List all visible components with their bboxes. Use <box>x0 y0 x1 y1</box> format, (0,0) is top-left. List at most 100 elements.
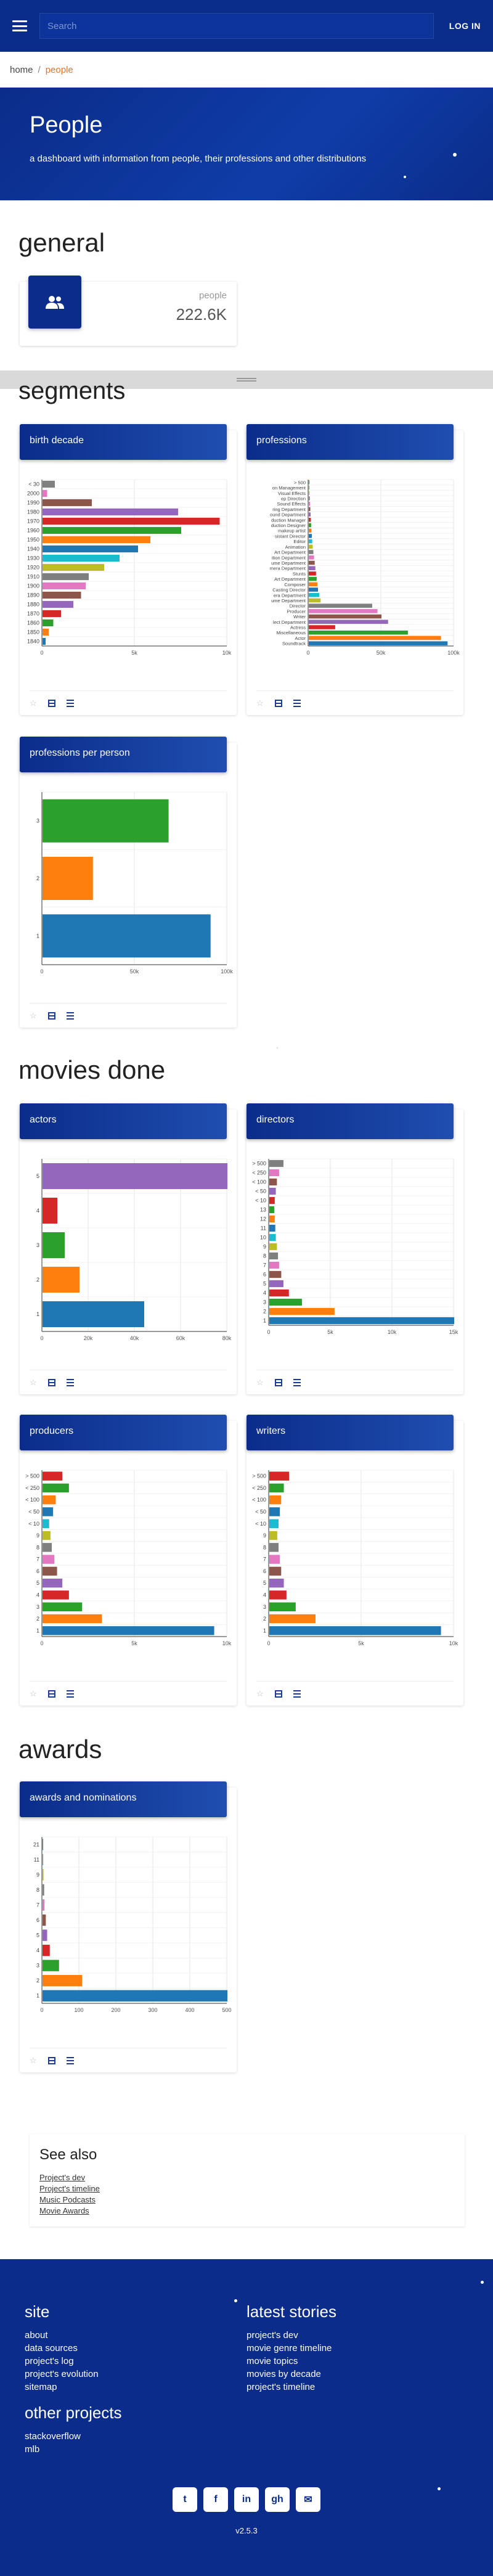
hamburger-menu-icon[interactable] <box>12 20 27 31</box>
bar <box>269 1233 276 1241</box>
y-tick-label: 6 <box>263 1568 266 1574</box>
see-also-link[interactable]: Music Podcasts <box>39 2194 455 2206</box>
list-icon[interactable] <box>67 699 74 707</box>
decorative-star <box>234 2299 237 2302</box>
list-icon[interactable] <box>67 1378 74 1386</box>
y-tick-label: 9 <box>263 1244 266 1250</box>
table-icon[interactable] <box>275 1690 282 1698</box>
github-icon[interactable]: gh <box>265 2487 290 2512</box>
see-also-link[interactable]: Movie Awards <box>39 2206 455 2217</box>
chart-card-actors: actors 0 20k 40k 60k 80k 5 4 3 2 1 ☆ <box>20 1103 237 1394</box>
table-icon[interactable] <box>48 1690 55 1698</box>
y-tick-label: 1 <box>263 1627 266 1634</box>
table-icon[interactable] <box>48 699 55 707</box>
y-tick-label: Art Department <box>274 550 306 555</box>
login-button[interactable]: LOG IN <box>449 21 481 31</box>
chart-card-producers: producers 0 5k 10k > 500 < 250 < 100 < 50 < 10 9… <box>20 1415 237 1706</box>
bar <box>43 1578 63 1588</box>
star-icon[interactable]: ☆ <box>256 1690 264 1698</box>
footer-link[interactable]: data sources <box>25 2342 122 2355</box>
y-tick-label: 4 <box>263 1290 266 1296</box>
x-tick-label: 0 <box>40 1640 43 1646</box>
awards-chart: 0 100 200 300 400 5002111987654321 <box>33 1836 232 2013</box>
footer-stories-column: latest stories project's dev movie genre… <box>246 2302 336 2394</box>
star-icon[interactable]: ☆ <box>30 1012 37 1020</box>
bar <box>43 489 47 497</box>
footer-link[interactable]: project's timeline <box>246 2381 336 2394</box>
y-tick-label: Art Department <box>274 576 306 582</box>
y-tick-label: < 50 <box>28 1509 39 1515</box>
bar <box>269 1317 454 1325</box>
star-icon[interactable]: ☆ <box>30 699 37 707</box>
y-tick-label: 6 <box>263 1272 266 1278</box>
card-title: birth decade <box>20 424 227 460</box>
list-icon[interactable] <box>293 699 301 707</box>
list-icon[interactable] <box>293 1690 301 1698</box>
breadcrumb-separator: / <box>38 64 41 75</box>
bar <box>43 1198 57 1224</box>
star-icon[interactable]: ☆ <box>30 2056 37 2064</box>
card-footer: ☆ <box>30 2048 227 2072</box>
drag-handle-icon[interactable] <box>237 378 256 382</box>
footer-link[interactable]: sitemap <box>25 2381 122 2394</box>
y-tick-label: 1940 <box>27 546 39 552</box>
bar <box>309 571 316 576</box>
list-icon[interactable] <box>293 1378 301 1386</box>
star-icon[interactable]: ☆ <box>30 1690 37 1698</box>
see-also-link[interactable]: Project's timeline <box>39 2183 455 2194</box>
footer-link[interactable]: project's evolution <box>25 2368 122 2381</box>
bar <box>43 1990 227 2002</box>
search-input[interactable] <box>39 13 434 39</box>
writers-chart: 0 5k 10k > 500 < 250 < 100 < 50 < 10 9 8 7 6 5 4 3 2 1 <box>252 1470 458 1646</box>
bar <box>309 614 381 619</box>
x-tick-label: 10k <box>449 1640 458 1646</box>
y-tick-label: ume Department <box>271 598 306 603</box>
y-tick-label: Director <box>290 603 306 609</box>
bar <box>43 857 93 900</box>
bar <box>309 566 316 570</box>
footer-link[interactable]: mlb <box>25 2443 122 2456</box>
y-tick-label: 7 <box>263 1556 266 1563</box>
table-icon[interactable] <box>275 1378 282 1386</box>
footer-site-column: site about data sources project's log pr… <box>25 2302 122 2456</box>
x-tick-label: 10k <box>222 650 232 656</box>
y-tick-label: Composer <box>284 582 306 587</box>
list-icon[interactable] <box>67 1012 74 1020</box>
card-footer: ☆ <box>256 1370 454 1394</box>
table-icon[interactable] <box>48 1012 55 1020</box>
star-icon[interactable]: ☆ <box>256 1378 264 1386</box>
x-tick-label: 300 <box>148 2007 157 2013</box>
y-tick-label: ume Department <box>271 560 306 566</box>
facebook-icon[interactable]: f <box>203 2487 228 2512</box>
footer-link[interactable]: stackoverflow <box>25 2430 122 2443</box>
decorative-star <box>453 153 457 157</box>
footer-link[interactable]: movies by decade <box>246 2368 336 2381</box>
bar <box>269 1614 316 1624</box>
footer-link[interactable]: project's dev <box>246 2329 336 2342</box>
twitter-icon[interactable]: t <box>173 2487 197 2512</box>
footer-link[interactable]: project's log <box>25 2355 122 2368</box>
breadcrumb-home-link[interactable]: home <box>10 65 33 75</box>
linkedin-icon[interactable]: in <box>234 2487 259 2512</box>
see-also-link[interactable]: Project's dev <box>39 2172 455 2183</box>
table-icon[interactable] <box>48 1378 55 1386</box>
footer-link[interactable]: movie topics <box>246 2355 336 2368</box>
table-icon[interactable] <box>275 699 282 707</box>
email-icon[interactable]: ✉ <box>296 2487 320 2512</box>
footer-link[interactable]: about <box>25 2329 122 2342</box>
y-tick-label: Stunts <box>293 571 306 576</box>
bar <box>43 1626 214 1635</box>
star-icon[interactable]: ☆ <box>256 699 264 707</box>
table-icon[interactable] <box>48 2056 55 2064</box>
y-tick-label: 1 <box>36 1627 39 1634</box>
x-tick-label: 5k <box>131 1640 137 1646</box>
bar <box>43 1507 54 1516</box>
star-icon[interactable]: ☆ <box>30 1378 37 1386</box>
y-tick-label: 7 <box>36 1902 39 1908</box>
y-tick-label: 2 <box>36 1277 39 1283</box>
footer-link[interactable]: movie genre timeline <box>246 2342 336 2355</box>
bar <box>309 598 321 603</box>
list-icon[interactable] <box>67 2056 74 2064</box>
list-icon[interactable] <box>67 1690 74 1698</box>
y-tick-label: > 500 <box>25 1473 39 1479</box>
